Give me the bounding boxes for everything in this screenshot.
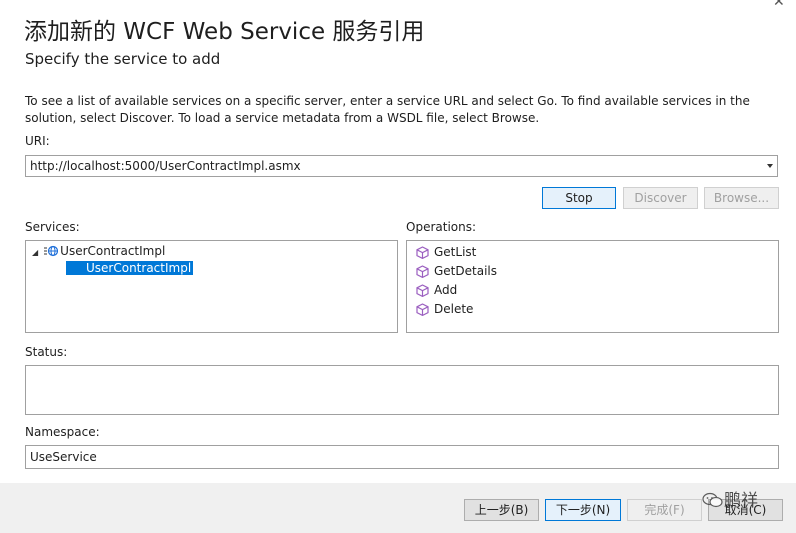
uri-combobox[interactable]: http://localhost:5000/UserContractImpl.a… (25, 155, 778, 177)
finish-button[interactable]: 完成(F) (627, 499, 702, 521)
back-button[interactable]: 上一步(B) (464, 499, 539, 521)
method-cube-icon (416, 265, 429, 279)
namespace-field[interactable] (25, 445, 779, 469)
namespace-input[interactable] (26, 446, 778, 468)
namespace-label: Namespace: (25, 425, 100, 439)
uri-value[interactable]: http://localhost:5000/UserContractImpl.a… (30, 159, 301, 173)
wechat-logo-icon (702, 492, 723, 508)
dialog-title: 添加新的 WCF Web Service 服务引用 (24, 19, 425, 45)
method-cube-icon (416, 303, 429, 317)
operation-item[interactable]: Add (416, 281, 457, 300)
operation-item[interactable]: GetList (416, 243, 476, 262)
status-label: Status: (25, 345, 68, 359)
next-button[interactable]: 下一步(N) (545, 499, 621, 521)
tree-node-child-label[interactable]: UserContractImpl (66, 261, 194, 275)
services-tree[interactable]: ◢ UserContractImpl UserContractImpl (25, 240, 398, 333)
operation-label: GetList (434, 245, 477, 259)
operation-label: GetDetails (434, 264, 497, 278)
collapse-triangle-icon[interactable]: ◢ (32, 248, 38, 257)
operations-label: Operations: (406, 220, 477, 234)
method-cube-icon (416, 246, 429, 260)
tree-node-root-label: UserContractImpl (60, 244, 166, 258)
operation-label: Delete (434, 302, 474, 316)
operation-item[interactable]: Delete (416, 300, 473, 319)
services-label: Services: (25, 220, 80, 234)
close-icon[interactable]: ✕ (773, 0, 785, 10)
status-textbox[interactable] (25, 365, 779, 415)
operation-label: Add (434, 283, 458, 297)
stop-button[interactable]: Stop (542, 187, 616, 209)
watermark: 鹏祥 (702, 486, 758, 511)
discover-button[interactable]: Discover (623, 187, 698, 209)
dialog-subtitle: Specify the service to add (25, 50, 221, 68)
watermark-text: 鹏祥 (724, 491, 758, 511)
tree-node-root[interactable]: ◢ UserContractImpl (32, 243, 165, 260)
browse-button[interactable]: Browse... (704, 187, 779, 209)
chevron-down-icon[interactable] (767, 164, 773, 168)
tree-node-child[interactable]: UserContractImpl (66, 260, 194, 277)
operations-list[interactable]: GetList GetDetails Add Delete (406, 240, 779, 333)
instructions-text: To see a list of available services on a… (25, 94, 750, 125)
operation-item[interactable]: GetDetails (416, 262, 497, 281)
uri-label: URI: (25, 134, 50, 148)
service-reference-icon (44, 245, 59, 262)
method-cube-icon (416, 284, 429, 298)
